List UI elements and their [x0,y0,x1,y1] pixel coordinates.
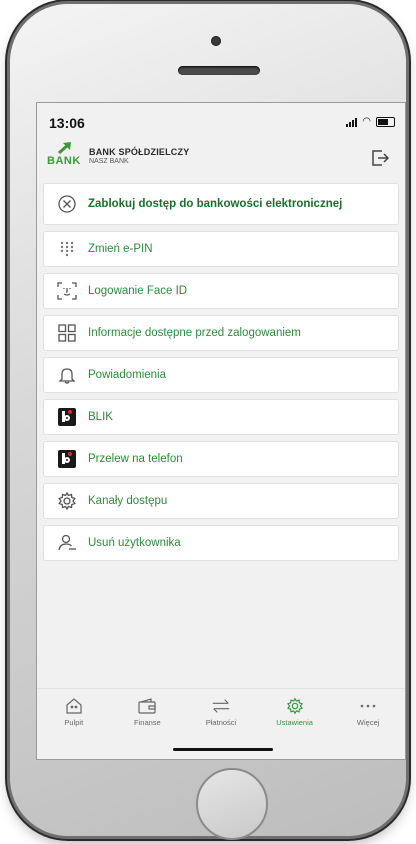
home-icon [64,697,84,715]
bell-icon [56,364,78,386]
wallet-icon [137,697,157,715]
nav-label: Więcej [356,718,380,727]
menu-item-label: Zmień e-PIN [88,243,153,255]
blik-icon [56,406,78,428]
grid-icon [56,322,78,344]
front-camera [211,36,221,46]
app-screen: 13:06 ◠ BANK BANK SPÓŁDZIELCZY NASZ BANK [36,102,406,760]
menu-item-label: Kanały dostępu [88,495,168,507]
menu-item-label: Logowanie Face ID [88,285,188,297]
status-icons: ◠ [346,117,395,127]
bottom-navigation: Pulpit Finanse Płatności Ustawienia Więc… [37,688,405,759]
menu-item-label: Zablokuj dostęp do bankowości elektronic… [88,197,343,210]
menu-item-access-channels[interactable]: Kanały dostępu [43,483,399,519]
menu-item-label: Przelew na telefon [88,453,183,465]
gear-icon [285,697,305,715]
logo-text: BANK [47,155,81,167]
bank-name: BANK SPÓŁDZIELCZY [89,147,190,157]
menu-item-label: Usuń użytkownika [88,537,181,549]
menu-item-blik[interactable]: BLIK [43,399,399,435]
face-id-icon [56,280,78,302]
menu-item-phone-transfer[interactable]: Przelew na telefon [43,441,399,477]
nav-item-finanse[interactable]: Finanse [117,697,177,727]
menu-item-pre-login-info[interactable]: Informacje dostępne przed zalogowaniem [43,315,399,351]
home-indicator [173,748,273,751]
home-button[interactable] [196,768,268,840]
nav-item-ustawienia[interactable]: Ustawienia [265,697,325,727]
bank-subtitle: NASZ BANK [89,158,129,165]
nav-label: Finanse [134,718,161,727]
signal-icon [346,117,358,127]
menu-item-remove-user[interactable]: Usuń użytkownika [43,525,399,561]
block-icon [56,193,78,215]
battery-icon [376,117,395,127]
menu-item-change-epin[interactable]: Zmień e-PIN [43,231,399,267]
nav-label: Pulpit [64,718,84,727]
wifi-icon: ◠ [362,116,371,127]
earpiece-speaker [178,66,260,75]
logo-arrow-icon [57,142,71,155]
more-icon [358,697,378,715]
nav-label: Płatności [205,718,237,727]
status-bar: 13:06 ◠ [37,103,405,137]
blik-icon [56,448,78,470]
keypad-icon [56,238,78,260]
nav-item-pulpit[interactable]: Pulpit [44,697,104,727]
transfer-icon [211,697,231,715]
nav-item-platnosci[interactable]: Płatności [191,697,251,727]
menu-item-label: Powiadomienia [88,369,166,381]
menu-item-notifications[interactable]: Powiadomienia [43,357,399,393]
menu-item-block-access[interactable]: Zablokuj dostęp do bankowości elektronic… [43,183,399,225]
logout-icon[interactable] [369,147,391,169]
menu-item-label: BLIK [88,411,113,423]
menu-item-face-id[interactable]: Logowanie Face ID [43,273,399,309]
app-header: BANK BANK SPÓŁDZIELCZY NASZ BANK [37,139,405,179]
nav-item-wiecej[interactable]: Więcej [338,697,398,727]
settings-menu: Zablokuj dostęp do bankowości elektronic… [43,183,399,567]
remove-user-icon [56,532,78,554]
gear-icon [56,490,78,512]
nav-label: Ustawienia [276,718,313,727]
status-time: 13:06 [49,115,85,131]
menu-item-label: Informacje dostępne przed zalogowaniem [88,327,301,339]
bank-logo: BANK [45,141,81,171]
phone-frame: 13:06 ◠ BANK BANK SPÓŁDZIELCZY NASZ BANK [10,4,406,840]
